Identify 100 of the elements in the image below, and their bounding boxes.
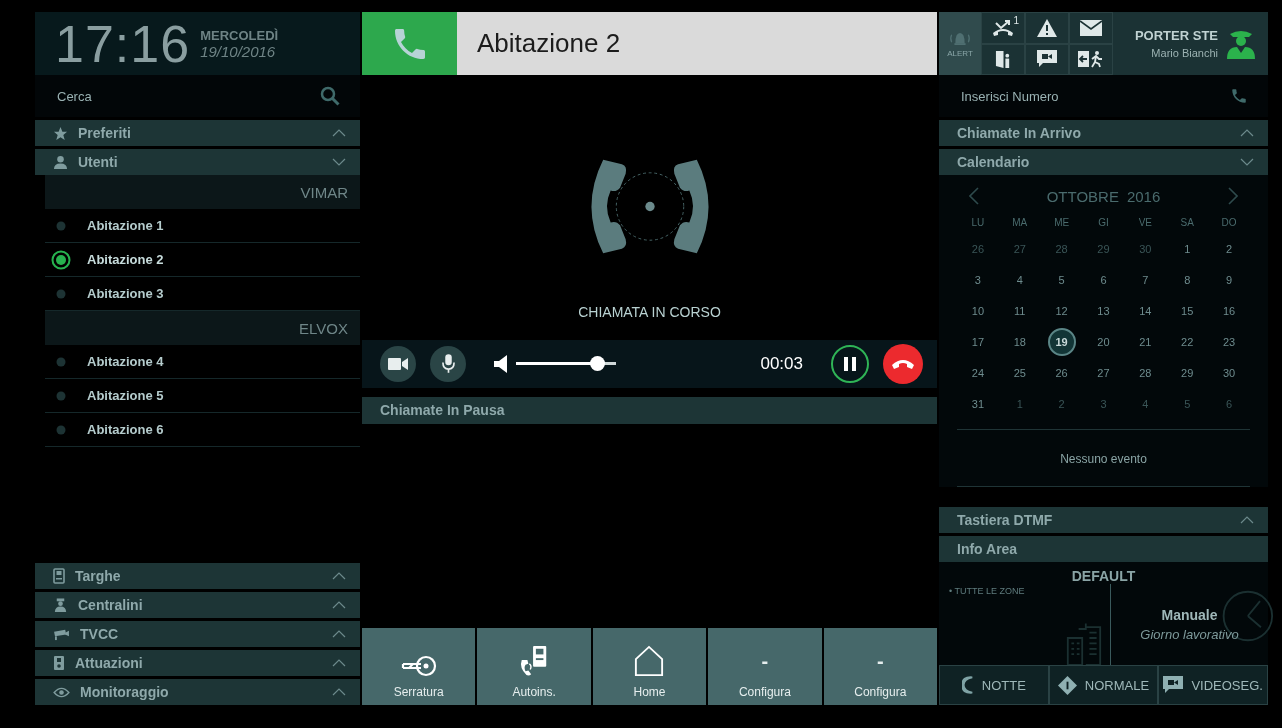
phone-icon[interactable] — [1230, 87, 1248, 105]
calendar-day[interactable]: 18 — [1005, 327, 1034, 356]
microphone-icon — [441, 353, 455, 374]
quick-action-button[interactable]: - Configura — [823, 628, 937, 705]
section-header[interactable]: Monitoraggio — [35, 679, 360, 705]
calendar-day[interactable]: 20 — [1089, 327, 1118, 356]
quick-action-button[interactable]: Home — [592, 628, 707, 705]
chevron-down-icon — [1240, 158, 1254, 166]
warning-icon — [1037, 18, 1057, 37]
missed-call-icon — [992, 18, 1014, 37]
weekday-header: VE — [1137, 216, 1153, 230]
number-input[interactable]: Inserisci Numero — [959, 87, 1163, 105]
calendar-day[interactable]: 19 — [1047, 327, 1076, 356]
mode-label: Manuale — [1161, 607, 1218, 623]
group-header: VIMAR — [45, 175, 360, 209]
mode-button[interactable]: NORMALE — [1048, 665, 1159, 705]
section-header[interactable]: TVCC — [35, 621, 360, 647]
weekday-header: LU — [970, 216, 986, 230]
calendar-day[interactable]: 28 — [1131, 358, 1160, 387]
calendar-day[interactable]: 9 — [1215, 265, 1244, 294]
calendar-day[interactable]: 26 — [1047, 358, 1076, 387]
contact-item[interactable]: Abitazione 4 — [45, 345, 360, 379]
user-name: Mario Bianchi — [1151, 47, 1218, 59]
operator-icon — [53, 597, 68, 613]
search-icon[interactable] — [320, 86, 340, 106]
calendar-day[interactable]: 17 — [963, 327, 992, 356]
microphone-button[interactable] — [430, 345, 466, 382]
number-field[interactable]: Inserisci Numero — [939, 75, 1268, 117]
calendar-day[interactable]: 22 — [1173, 327, 1202, 356]
contact-item[interactable]: Abitazione 6 — [45, 413, 360, 447]
diamond-icon — [1057, 675, 1077, 695]
search-field[interactable]: Cerca — [35, 75, 360, 117]
section-header[interactable]: Centralini — [35, 592, 360, 618]
calendar-day[interactable]: 4 — [1005, 265, 1034, 294]
volume-thumb[interactable] — [590, 356, 605, 371]
missed-calls-button[interactable]: 1 — [981, 12, 1025, 44]
weekday-header: GI — [1097, 216, 1110, 230]
star-icon — [53, 125, 68, 141]
speaker-icon — [494, 354, 508, 373]
day-type-label: Giorno lavorativo — [1140, 627, 1239, 642]
video-message-button[interactable] — [1025, 43, 1069, 75]
mode-button[interactable]: VIDEOSEG. — [1158, 665, 1268, 705]
hang-up-button[interactable] — [883, 343, 923, 384]
contact-item[interactable]: Abitazione 1 — [45, 209, 360, 243]
search-input[interactable]: Cerca — [55, 87, 259, 105]
moon-icon — [961, 676, 974, 694]
section-header[interactable]: Chiamate In Pausa — [362, 396, 937, 424]
call-status-text: CHIAMATA IN CORSO — [578, 303, 721, 320]
section-header[interactable]: Utenti — [35, 149, 360, 175]
calendar-day[interactable]: 12 — [1047, 296, 1076, 325]
section-header[interactable]: Calendario — [939, 149, 1268, 175]
section-header[interactable]: Attuazioni — [35, 650, 360, 676]
calendar-day[interactable]: 27 — [1089, 358, 1118, 387]
envelope-icon — [1080, 19, 1102, 36]
section-header[interactable]: Info Area — [939, 536, 1268, 562]
contact-item[interactable]: Abitazione 2 — [45, 243, 360, 277]
door-button[interactable] — [981, 43, 1025, 75]
calendar-day[interactable]: 5 — [1047, 265, 1076, 294]
mode-button[interactable]: NOTTE — [939, 665, 1049, 705]
calendar-day[interactable]: 7 — [1131, 265, 1160, 294]
calendar-day[interactable]: 3 — [963, 265, 992, 294]
section-header[interactable]: Tastiera DTMF — [939, 507, 1268, 533]
section-header[interactable]: Chiamate In Arrivo — [939, 120, 1268, 146]
warning-button[interactable] — [1025, 12, 1069, 44]
call-name: Abitazione 2 — [457, 12, 937, 75]
quick-action-button[interactable]: Serratura — [362, 628, 476, 705]
porter-avatar-icon — [1226, 28, 1256, 59]
calendar-day[interactable]: 2 — [1215, 234, 1244, 263]
calendar-day[interactable]: 29 — [1173, 358, 1202, 387]
calendar-day[interactable]: 31 — [963, 389, 992, 418]
calendar-day[interactable]: 10 — [963, 296, 992, 325]
video-button[interactable] — [380, 345, 416, 382]
pause-button[interactable] — [831, 344, 869, 383]
calendar-day[interactable]: 30 — [1215, 358, 1244, 387]
chevron-up-icon — [332, 659, 346, 667]
calendar-day[interactable]: 15 — [1173, 296, 1202, 325]
exit-running-icon — [1078, 50, 1104, 69]
calendar-day[interactable]: 16 — [1215, 296, 1244, 325]
contact-item[interactable]: Abitazione 5 — [45, 379, 360, 413]
calendar-day[interactable]: 13 — [1089, 296, 1118, 325]
calendar-day[interactable]: 14 — [1131, 296, 1160, 325]
calendar-day[interactable]: 23 — [1215, 327, 1244, 356]
quick-action-button[interactable]: - Configura — [708, 628, 822, 705]
calendar-day[interactable]: 25 — [1005, 358, 1034, 387]
calendar-day[interactable]: 1 — [1173, 234, 1202, 263]
calendar-day[interactable]: 6 — [1089, 265, 1118, 294]
section-header[interactable]: Preferiti — [35, 120, 360, 146]
alert-button[interactable]: ALERT — [939, 12, 981, 75]
section-header[interactable]: Targhe — [35, 563, 360, 589]
exit-button[interactable] — [1069, 43, 1113, 75]
calendar-day[interactable]: 8 — [1173, 265, 1202, 294]
eye-icon — [53, 686, 70, 698]
key-icon — [400, 655, 437, 677]
message-button[interactable] — [1069, 12, 1113, 44]
calendar-day[interactable]: 21 — [1131, 327, 1160, 356]
chevron-up-icon — [1240, 129, 1254, 137]
calendar-day[interactable]: 11 — [1005, 296, 1034, 325]
date-label: 19/10/2016 — [200, 42, 277, 60]
quick-action-button[interactable]: Autoins. — [477, 628, 591, 705]
calendar-day[interactable]: 24 — [963, 358, 992, 387]
